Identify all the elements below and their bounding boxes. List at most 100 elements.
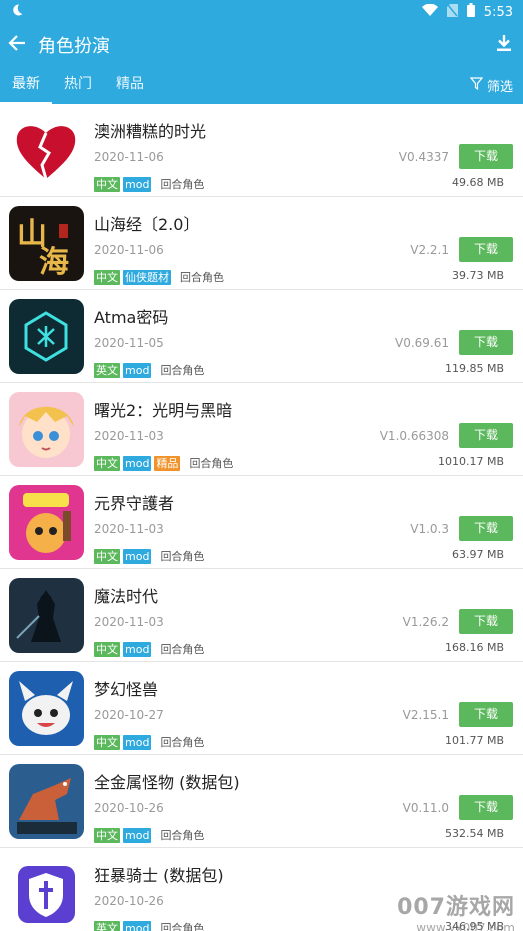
game-date: 2020-11-03 [94, 522, 164, 536]
tag-list: 中文 mod 回合角色 [94, 548, 204, 564]
game-name: 澳洲糟糕的时光 [94, 122, 207, 141]
language-tag: 中文 [94, 269, 120, 285]
list-item[interactable]: 曙光2：光明与黑暗 2020-11-03 V1.0.66308 下载 中文 mo… [0, 383, 523, 476]
game-name: Atma密码 [94, 308, 169, 327]
back-arrow-icon[interactable] [8, 34, 26, 56]
featured-tag: 精品 [154, 455, 181, 471]
tab-newest[interactable]: 最新 [0, 66, 52, 104]
download-button[interactable]: 下载 [459, 423, 513, 448]
tag-list: 中文 mod 回合角色 [94, 734, 204, 750]
game-version: V0.4337 [398, 150, 449, 164]
anime-girl-icon [9, 392, 84, 467]
tab-bar: 最新 热门 精品 筛选 [0, 66, 523, 104]
file-size: 101.77 MB [444, 734, 504, 747]
list-item[interactable]: 魔法时代 2020-11-03 V1.26.2 下载 中文 mod 回合角色 1… [0, 569, 523, 662]
download-button[interactable]: 下载 [459, 702, 513, 727]
game-version: V1.26.2 [402, 615, 449, 629]
language-tag: 中文 [94, 734, 120, 750]
language-tag: 中文 [94, 641, 120, 657]
download-button[interactable]: 下载 [459, 144, 513, 169]
filter-button[interactable]: 筛选 [469, 76, 513, 95]
file-size: 49.68 MB [451, 176, 504, 189]
mod-tag: mod [123, 362, 152, 378]
file-size: 119.85 MB [444, 362, 504, 375]
game-name: 元界守護者 [94, 494, 175, 513]
list-item[interactable]: 梦幻怪兽 2020-10-27 V2.15.1 下载 中文 mod 回合角色 1… [0, 662, 523, 755]
game-version: V2.2.1 [410, 243, 449, 257]
download-manager-icon[interactable] [495, 34, 513, 56]
mod-tag: mod [123, 734, 152, 750]
game-name: 曙光2：光明与黑暗 [94, 401, 233, 420]
tag-list: 中文 mod 回合角色 [94, 176, 204, 192]
file-size: 39.73 MB [451, 269, 504, 282]
list-item[interactable]: 元界守護者 2020-11-03 V1.0.3 下载 中文 mod 回合角色 6… [0, 476, 523, 569]
dark-warrior-icon [9, 578, 84, 653]
category-label: 回合角色 [160, 922, 205, 931]
game-date: 2020-10-27 [94, 708, 164, 722]
list-item[interactable]: Atma密码 2020-11-05 V0.69.61 下载 英文 mod 回合角… [0, 290, 523, 383]
tag-list: 中文 仙侠题材 回合角色 [94, 269, 224, 285]
tab-featured[interactable]: 精品 [104, 66, 156, 104]
mod-tag: mod [123, 920, 152, 931]
app-bar: 角色扮演 [0, 24, 523, 66]
game-date: 2020-11-06 [94, 150, 164, 164]
list-item[interactable]: 山海 山海经〔2.0〕 2020-11-06 V2.2.1 下载 中文 仙侠题材… [0, 197, 523, 290]
category-label: 回合角色 [189, 457, 234, 470]
game-date: 2020-10-26 [94, 894, 164, 908]
game-version: V0.11.0 [402, 801, 449, 815]
broken-heart-icon [9, 113, 84, 188]
game-list: 澳洲糟糕的时光 2020-11-06 V0.4337 下载 中文 mod 回合角… [0, 104, 523, 931]
no-sim-icon [446, 3, 458, 21]
tab-popular[interactable]: 热门 [52, 66, 104, 104]
download-button[interactable]: 下载 [459, 516, 513, 541]
tag-list: 英文 mod 回合角色 [94, 362, 204, 378]
language-tag: 中文 [94, 827, 120, 843]
game-name: 狂暴骑士 (数据包) [94, 866, 224, 885]
game-name: 魔法时代 [94, 587, 159, 606]
site-watermark: 007游戏网 www.yx007.com [397, 889, 515, 931]
battery-icon [466, 3, 475, 21]
game-name: 山海经〔2.0〕 [94, 215, 200, 234]
file-size: 168.16 MB [444, 641, 504, 654]
language-tag: 中文 [94, 548, 120, 564]
category-label: 回合角色 [160, 178, 205, 191]
shanhaijing-icon: 山海 [9, 206, 84, 281]
language-tag: 中文 [94, 176, 120, 192]
game-date: 2020-11-05 [94, 336, 164, 350]
tag-list: 英文 mod 回合角色 [94, 920, 204, 931]
mod-tag: mod [123, 827, 152, 843]
game-date: 2020-11-03 [94, 429, 164, 443]
tag-list: 中文 mod 精品 回合角色 [94, 455, 233, 471]
watermark-url: www.yx007.com [416, 921, 515, 931]
download-button[interactable]: 下载 [459, 609, 513, 634]
game-name: 梦幻怪兽 [94, 680, 159, 699]
mod-tag: mod [123, 176, 152, 192]
mod-tag: mod [123, 548, 152, 564]
filter-icon [469, 76, 484, 94]
category-label: 回合角色 [160, 643, 205, 656]
file-size: 532.54 MB [444, 827, 504, 840]
download-button[interactable]: 下载 [459, 795, 513, 820]
wifi-icon [421, 3, 438, 20]
game-date: 2020-10-26 [94, 801, 164, 815]
download-button[interactable]: 下载 [459, 330, 513, 355]
language-tag: 英文 [94, 920, 120, 931]
game-name: 全金属怪物 (数据包) [94, 773, 240, 792]
page-title: 角色扮演 [38, 36, 110, 57]
knight-shield-icon [9, 857, 84, 931]
game-date: 2020-11-06 [94, 243, 164, 257]
file-size: 63.97 MB [451, 548, 504, 561]
list-item[interactable]: 全金属怪物 (数据包) 2020-10-26 V0.11.0 下载 中文 mod… [0, 755, 523, 848]
tag-list: 中文 mod 回合角色 [94, 641, 204, 657]
filter-label: 筛选 [486, 79, 513, 95]
watermark-title: 007游戏网 [397, 895, 515, 920]
category-label: 回合角色 [180, 271, 224, 284]
download-button[interactable]: 下载 [459, 237, 513, 262]
list-item[interactable]: 澳洲糟糕的时光 2020-11-06 V0.4337 下载 中文 mod 回合角… [0, 104, 523, 197]
language-tag: 中文 [94, 455, 120, 471]
status-bar: 5:53 [0, 0, 523, 24]
mod-tag: mod [123, 455, 152, 471]
game-version: V2.15.1 [402, 708, 449, 722]
category-label: 回合角色 [160, 736, 205, 749]
category-label: 回合角色 [160, 364, 205, 377]
